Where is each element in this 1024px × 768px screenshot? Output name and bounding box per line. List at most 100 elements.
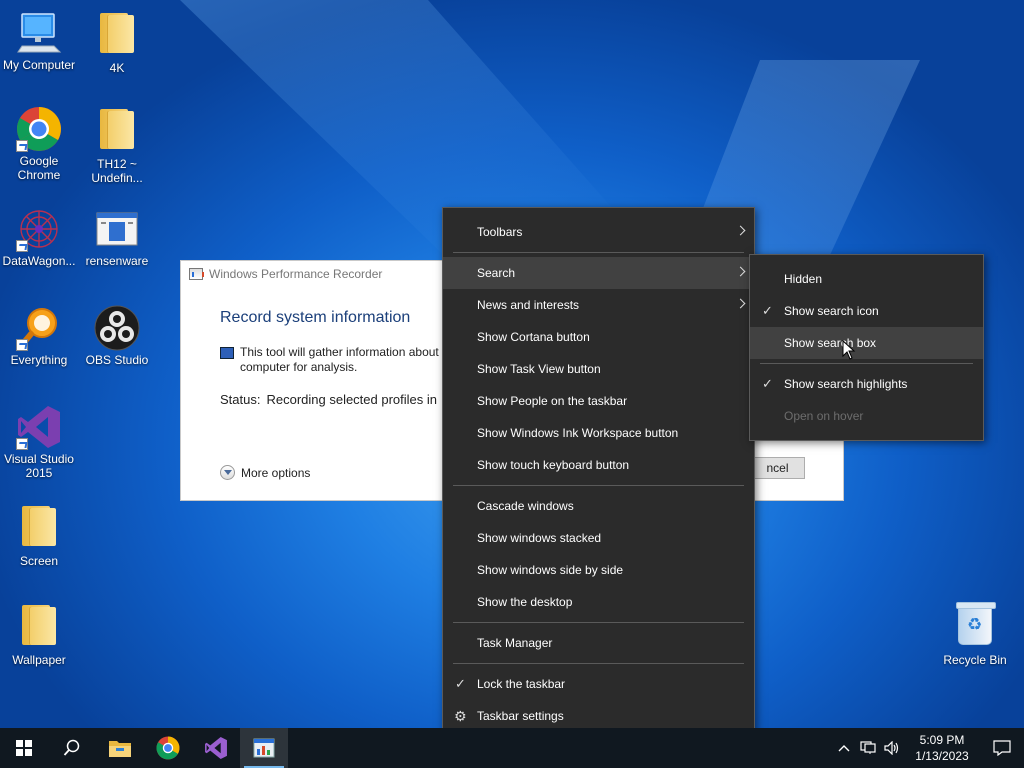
- menu-item-label: Show Cortana button: [477, 330, 590, 344]
- shortcut-arrow-icon: [16, 438, 28, 450]
- menu-item-label: Open on hover: [784, 409, 864, 423]
- checkmark-icon: ✓: [762, 303, 773, 318]
- desktop-icon-obs-studio[interactable]: OBS Studio: [78, 305, 156, 367]
- taskbar-visual-studio[interactable]: [192, 728, 240, 768]
- desktop-icon-screen[interactable]: Screen: [0, 503, 78, 568]
- datawagon-icon: [16, 206, 62, 252]
- checkmark-icon: ✓: [762, 376, 773, 391]
- menu-separator: [453, 663, 744, 664]
- menu-item-show-touch-keyboard[interactable]: Show touch keyboard button: [443, 449, 754, 481]
- chrome-icon: [156, 736, 180, 760]
- submenu-item-hidden[interactable]: Hidden: [750, 263, 983, 295]
- submenu-item-show-search-icon[interactable]: ✓ Show search icon: [750, 295, 983, 327]
- desktop-icon-label: OBS Studio: [85, 353, 149, 367]
- desktop-icon-wallpaper[interactable]: Wallpaper: [0, 602, 78, 667]
- desktop-icon-label: Everything: [10, 353, 68, 367]
- clock[interactable]: 5:09 PM 1/13/2023: [904, 732, 980, 764]
- menu-item-show-cortana-button[interactable]: Show Cortana button: [443, 321, 754, 353]
- menu-item-label: Show windows stacked: [477, 531, 602, 545]
- desktop-icon-th12[interactable]: TH12 ~ Undefin...: [78, 106, 156, 185]
- status-line: Status: Recording selected profiles in: [220, 392, 437, 407]
- action-center-button[interactable]: [980, 728, 1024, 768]
- taskbar-performance-recorder[interactable]: [240, 728, 288, 768]
- window-title: Windows Performance Recorder: [209, 267, 383, 281]
- menu-item-label: Hidden: [784, 272, 823, 286]
- rensenware-icon: [94, 206, 140, 252]
- desktop-icon-google-chrome[interactable]: Google Chrome: [0, 106, 78, 182]
- file-explorer-icon: [109, 741, 131, 757]
- desktop-icon-my-computer[interactable]: My Computer: [0, 10, 78, 72]
- desktop-icon-everything[interactable]: Everything: [0, 305, 78, 367]
- speaker-icon: [884, 741, 899, 755]
- windows-logo-icon: [16, 740, 32, 756]
- computer-icon: [220, 347, 234, 359]
- more-options-toggle[interactable]: More options: [220, 465, 310, 480]
- performance-recorder-icon: [189, 268, 204, 280]
- menu-item-show-task-view-button[interactable]: Show Task View button: [443, 353, 754, 385]
- menu-item-toolbars[interactable]: Toolbars: [443, 216, 754, 248]
- clock-time: 5:09 PM: [919, 733, 965, 747]
- desktop-icon-label: Wallpaper: [12, 653, 66, 667]
- menu-item-show-windows-stacked[interactable]: Show windows stacked: [443, 522, 754, 554]
- menu-item-label: Search: [477, 266, 516, 280]
- volume-button[interactable]: [880, 728, 904, 768]
- desktop-icon-rensenware[interactable]: rensenware: [78, 206, 156, 268]
- desktop-icon-4k[interactable]: 4K: [78, 10, 156, 75]
- window-title-bar[interactable]: Windows Performance Recorder: [189, 267, 382, 281]
- system-tray: 5:09 PM 1/13/2023: [832, 728, 1024, 768]
- network-button[interactable]: [856, 728, 880, 768]
- mouse-cursor-icon: [842, 340, 856, 360]
- menu-separator: [453, 622, 744, 623]
- visual-studio-icon: [16, 404, 62, 450]
- menu-item-show-the-desktop[interactable]: Show the desktop: [443, 586, 754, 618]
- chevron-up-icon: [838, 745, 850, 752]
- show-hidden-icons-button[interactable]: [832, 728, 856, 768]
- menu-item-label: Task Manager: [477, 636, 553, 650]
- menu-item-label: Show search box: [784, 336, 877, 350]
- folder-icon: [94, 13, 140, 59]
- status-label: Status:: [220, 392, 261, 407]
- desktop-icon-label: Google Chrome: [17, 154, 61, 182]
- menu-item-label: Show windows side by side: [477, 563, 624, 577]
- desktop-icon-label: DataWagon...: [2, 254, 76, 268]
- network-icon: [860, 741, 876, 754]
- menu-separator: [453, 485, 744, 486]
- obs-icon: [94, 305, 140, 351]
- menu-item-label: Taskbar settings: [477, 709, 564, 723]
- status-value: Recording selected profiles in: [266, 392, 438, 407]
- menu-item-cascade-windows[interactable]: Cascade windows: [443, 490, 754, 522]
- chevron-right-icon: [735, 298, 746, 309]
- more-options-label: More options: [241, 465, 311, 480]
- menu-item-lock-the-taskbar[interactable]: ✓ Lock the taskbar: [443, 668, 754, 700]
- menu-item-show-ink-workspace[interactable]: Show Windows Ink Workspace button: [443, 417, 754, 449]
- notification-icon: [993, 740, 1011, 756]
- search-button[interactable]: [48, 728, 96, 768]
- taskbar-google-chrome[interactable]: [144, 728, 192, 768]
- desktop-icon-datawagon[interactable]: DataWagon...: [0, 206, 78, 268]
- chrome-icon: [16, 106, 62, 152]
- computer-icon: [16, 10, 62, 56]
- menu-item-show-windows-side-by-side[interactable]: Show windows side by side: [443, 554, 754, 586]
- menu-item-show-people[interactable]: Show People on the taskbar: [443, 385, 754, 417]
- menu-item-search[interactable]: Search: [443, 257, 754, 289]
- shortcut-arrow-icon: [16, 140, 28, 152]
- desktop-icon-visual-studio-2015[interactable]: Visual Studio 2015: [0, 404, 78, 480]
- chevron-right-icon: [735, 225, 746, 236]
- description-text: This tool will gather information about …: [240, 345, 439, 374]
- folder-icon: [94, 109, 140, 155]
- submenu-item-show-search-box[interactable]: Show search box: [750, 327, 983, 359]
- submenu-item-show-search-highlights[interactable]: ✓ Show search highlights: [750, 368, 983, 400]
- cancel-button-label: ncel: [766, 461, 789, 475]
- menu-item-news-and-interests[interactable]: News and interests: [443, 289, 754, 321]
- desktop-icon-label: TH12 ~ Undefin...: [91, 157, 143, 185]
- taskbar-file-explorer[interactable]: [96, 728, 144, 768]
- menu-item-task-manager[interactable]: Task Manager: [443, 627, 754, 659]
- menu-item-label: Show Windows Ink Workspace button: [477, 426, 679, 440]
- desktop-icon-label: Visual Studio 2015: [4, 452, 74, 480]
- desktop-icon-recycle-bin[interactable]: Recycle Bin: [936, 602, 1014, 667]
- checkmark-icon: ✓: [455, 676, 466, 691]
- clock-date: 1/13/2023: [915, 749, 969, 763]
- taskbar[interactable]: 5:09 PM 1/13/2023: [0, 728, 1024, 768]
- start-button[interactable]: [0, 728, 48, 768]
- search-icon: [63, 739, 80, 756]
